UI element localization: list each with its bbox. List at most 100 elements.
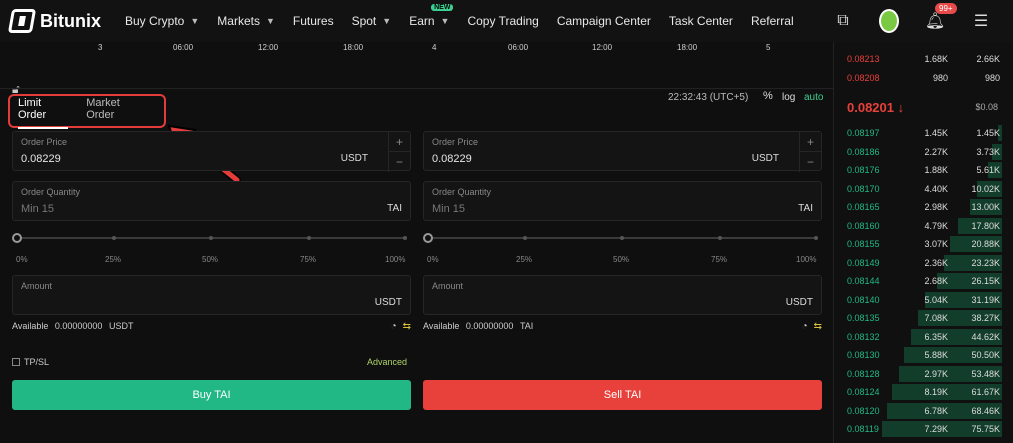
buy-amount-field[interactable]: Amount USDT	[12, 275, 411, 315]
buy-available: Available 0.00000000 USDT ◔ ⇆	[12, 321, 411, 339]
menu-item-copy-trading[interactable]: Copy Trading	[467, 14, 538, 28]
menu-item-earn[interactable]: Earn ▼ NEW	[409, 4, 454, 28]
ask-row[interactable]: 0.08213 1.68K 2.66K	[834, 50, 1013, 68]
menu-item-referral[interactable]: Referral	[751, 14, 794, 28]
sell-percent-slider[interactable]	[423, 231, 822, 255]
available-label: Available	[12, 321, 49, 331]
bid-qty: 7.08K	[924, 313, 948, 323]
slider-knob[interactable]	[423, 233, 433, 243]
menu-item-label: Copy Trading	[467, 14, 539, 28]
tab-market-order[interactable]: Market Order	[86, 97, 146, 125]
tick-label: 75%	[300, 255, 317, 264]
transfer-icon[interactable]: ⇆	[403, 321, 411, 332]
chevron-down-icon: ▼	[440, 16, 450, 26]
main-menu: Buy Crypto ▼ Markets ▼ Futures Spot ▼ Earn ▼ NEW C…	[125, 4, 812, 28]
bid-row[interactable]: 0.08144 2.68K 26.15K	[834, 272, 1013, 290]
tick-label: 0%	[427, 255, 439, 264]
tpsl-toggle[interactable]: TP/SL	[12, 357, 49, 367]
bid-row[interactable]: 0.08132 6.35K 44.62K	[834, 328, 1013, 346]
sell-amount-field[interactable]: Amount USDT	[423, 275, 822, 315]
bid-price: 0.08132	[847, 331, 880, 342]
new-badge: NEW	[431, 4, 454, 11]
sell-button[interactable]: Sell TAI	[423, 380, 822, 410]
bid-row[interactable]: 0.08119 7.29K 75.75K	[834, 420, 1013, 438]
ask-total: 2.66K	[976, 54, 1000, 64]
log-toggle[interactable]: log	[782, 92, 795, 103]
buy-price-input[interactable]: 0.08229	[21, 153, 61, 165]
tpsl-checkbox[interactable]	[12, 358, 20, 366]
bid-row[interactable]: 0.08165 2.98K 13.00K	[834, 198, 1013, 216]
bid-qty: 5.04K	[924, 294, 948, 305]
bid-row[interactable]: 0.08124 8.19K 61.67K	[834, 383, 1013, 401]
bid-total: 10.02K	[971, 183, 1000, 194]
buy-slider-ticks: 0% 25% 50% 75% 100%	[12, 255, 411, 269]
sell-qty-label: Order Quantity	[432, 187, 492, 197]
bid-row[interactable]: 0.08155 3.07K 20.88K	[834, 235, 1013, 253]
minus-icon[interactable]: −	[800, 152, 821, 172]
bid-qty: 2.68K	[924, 276, 948, 286]
tab-limit-order[interactable]: Limit Order	[18, 97, 69, 129]
menu-item-spot[interactable]: Spot ▼	[352, 14, 392, 28]
bid-row[interactable]: 0.08170 4.40K 10.02K	[834, 180, 1013, 198]
menu-item-futures[interactable]: Futures	[293, 14, 334, 28]
bid-qty: 4.40K	[924, 183, 948, 194]
bid-row[interactable]: 0.08128 2.97K 53.48K	[834, 365, 1013, 383]
menu-item-buy-crypto[interactable]: Buy Crypto ▼	[125, 14, 199, 28]
percent-toggle[interactable]: %	[763, 90, 773, 102]
sell-price-field[interactable]: Order Price 0.08229 USDT + −	[423, 131, 822, 172]
bid-row[interactable]: 0.08135 7.08K 38.27K	[834, 309, 1013, 327]
tick-label: 0%	[16, 255, 28, 264]
ask-price: 0.08213	[847, 54, 880, 64]
available-unit: USDT	[108, 321, 134, 331]
buy-button[interactable]: Buy TAI	[12, 380, 411, 410]
bid-price: 0.08186	[847, 146, 880, 157]
clock-icon[interactable]: ◔	[802, 321, 808, 332]
bid-row[interactable]: 0.08149 2.36K 23.23K	[834, 254, 1013, 272]
tick-label: 25%	[105, 255, 122, 264]
slider-knob[interactable]	[12, 233, 22, 243]
brand-logo[interactable]: Bitunix	[7, 9, 101, 33]
last-price-value: 0.08201 ↓	[847, 100, 905, 115]
plus-icon[interactable]: +	[389, 132, 410, 152]
bid-price: 0.08160	[847, 220, 880, 231]
bell-icon[interactable]: 🔔︎ 99+	[925, 3, 957, 31]
buy-qty-label: Order Quantity	[21, 187, 81, 197]
bid-row[interactable]: 0.08186 2.27K 3.73K	[834, 143, 1013, 161]
bid-row[interactable]: 0.08176 1.88K 5.61K	[834, 161, 1013, 179]
bid-row[interactable]: 0.08197 1.45K 1.45K	[834, 124, 1013, 142]
last-price-usd: $0.08	[975, 102, 998, 112]
available-actions: ◔ ⇆	[802, 321, 822, 332]
chevron-down-icon: ▼	[190, 16, 200, 26]
transfer-icon[interactable]: ⇆	[814, 321, 822, 332]
download-icon[interactable]: ⧉	[833, 11, 853, 31]
buy-price-field[interactable]: Order Price 0.08229 USDT + −	[12, 131, 411, 172]
minus-icon[interactable]: −	[389, 152, 410, 172]
sell-price-input[interactable]: 0.08229	[432, 153, 472, 165]
buy-qty-field[interactable]: Order Quantity Min 15 TAI	[12, 181, 411, 221]
slider-tick	[718, 236, 722, 240]
advanced-link[interactable]: Advanced	[367, 357, 407, 367]
clock-icon[interactable]: ◔	[391, 321, 397, 332]
bid-row[interactable]: 0.08130 5.88K 50.50K	[834, 346, 1013, 364]
bid-row[interactable]: 0.08120 6.78K 68.46K	[834, 402, 1013, 420]
bid-row[interactable]: 0.08160 4.79K 17.80K	[834, 217, 1013, 235]
chevron-down-icon: ▼	[382, 16, 392, 26]
plus-icon[interactable]: +	[800, 132, 821, 152]
avatar[interactable]	[879, 9, 899, 33]
menu-item-markets[interactable]: Markets ▼	[217, 14, 275, 28]
hamburger-menu-icon[interactable]: ☰	[971, 11, 991, 31]
menu-item-campaign-center[interactable]: Campaign Center	[557, 14, 651, 28]
bid-qty: 4.79K	[924, 220, 948, 231]
order-type-tabs: Limit Order Market Order	[8, 94, 166, 129]
auto-toggle[interactable]: auto	[804, 92, 823, 103]
bid-row[interactable]: 0.08140 5.04K 31.19K	[834, 291, 1013, 309]
tick-label: 50%	[613, 255, 630, 264]
buy-percent-slider[interactable]	[12, 231, 411, 255]
buy-qty-input[interactable]: Min 15	[21, 203, 54, 215]
sell-amount-unit: USDT	[785, 297, 813, 308]
menu-item-task-center[interactable]: Task Center	[669, 14, 733, 28]
menu-item-label: Campaign Center	[556, 14, 651, 28]
ask-row[interactable]: 0.08208 980 980	[834, 69, 1013, 87]
sell-qty-input[interactable]: Min 15	[432, 203, 465, 215]
sell-qty-field[interactable]: Order Quantity Min 15 TAI	[423, 181, 822, 221]
